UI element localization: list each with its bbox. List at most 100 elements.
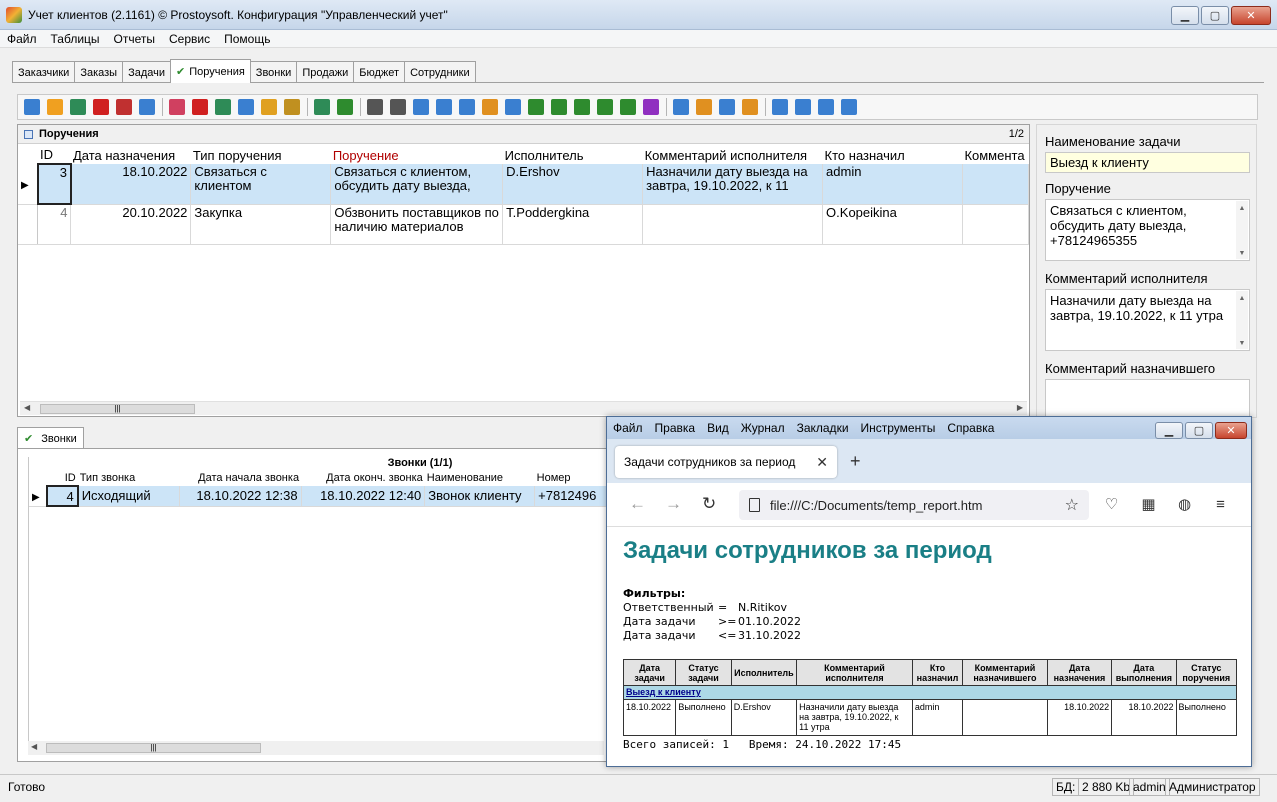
menu-tables[interactable]: Таблицы bbox=[44, 32, 107, 46]
exec-comment-scrollbar[interactable]: ▲ ▼ bbox=[1236, 291, 1248, 349]
cell-id[interactable]: 4 bbox=[37, 204, 72, 245]
table-row[interactable]: ▶ 3 18.10.2022 Связаться с клиентом Связ… bbox=[18, 163, 1029, 205]
cell-task[interactable]: Связаться с клиентом, обсудить дату выез… bbox=[330, 164, 504, 205]
toolbar-icon[interactable] bbox=[643, 99, 659, 115]
cell-executor[interactable]: T.Poddergkina bbox=[502, 204, 644, 245]
calls-grid[interactable]: Звонки (1/1) ID Тип звонка Дата начала з… bbox=[28, 457, 611, 742]
browser-minimize-button[interactable]: ▁ bbox=[1155, 422, 1183, 439]
cell-type[interactable]: Закупка bbox=[190, 204, 332, 245]
cell-type[interactable]: Связаться с клиентом bbox=[190, 164, 332, 205]
toolbar-icon[interactable] bbox=[93, 99, 109, 115]
report-group[interactable]: Выезд к клиенту bbox=[623, 685, 1237, 700]
toolbar-icon[interactable] bbox=[696, 99, 712, 115]
cell-id[interactable]: 4 bbox=[45, 485, 79, 507]
scroll-left-icon[interactable]: ◀ bbox=[31, 742, 37, 751]
cell-call-type[interactable]: Исходящий bbox=[77, 486, 180, 507]
toolbar-icon[interactable] bbox=[169, 99, 185, 115]
col-comment[interactable]: Комментарий исполнителя bbox=[643, 146, 823, 164]
cell-comment[interactable] bbox=[642, 204, 824, 245]
address-bar[interactable]: file:///C:/Documents/temp_report.htm ☆ bbox=[739, 490, 1089, 520]
toolbar-icon[interactable] bbox=[482, 99, 498, 115]
cell-number[interactable]: +7812496 bbox=[534, 486, 611, 507]
col-end[interactable]: Дата оконч. звонка bbox=[301, 470, 425, 486]
toolbar-icon[interactable] bbox=[47, 99, 63, 115]
col-id[interactable]: ID bbox=[38, 146, 71, 164]
table-row[interactable]: ▶ 4 Исходящий 18.10.2022 12:38 18.10.202… bbox=[29, 485, 611, 507]
col-id[interactable]: ID bbox=[47, 470, 78, 486]
table-row[interactable]: 4 20.10.2022 Закупка Обзвонить поставщик… bbox=[18, 204, 1029, 245]
browser-menu-history[interactable]: Журнал bbox=[735, 421, 791, 435]
close-button[interactable]: ✕ bbox=[1231, 6, 1271, 25]
tab-employees[interactable]: Сотрудники bbox=[404, 61, 476, 83]
toolbar-icon[interactable] bbox=[597, 99, 613, 115]
toolbar-icon[interactable] bbox=[719, 99, 735, 115]
scroll-thumb[interactable]: ||| bbox=[46, 743, 261, 753]
cell-date[interactable]: 20.10.2022 bbox=[70, 204, 192, 245]
toolbar-icon[interactable] bbox=[620, 99, 636, 115]
minimize-button[interactable]: ▁ bbox=[1171, 6, 1199, 25]
toolbar-icon[interactable] bbox=[574, 99, 590, 115]
cell-date[interactable]: 18.10.2022 bbox=[70, 164, 192, 205]
toolbar-icon[interactable] bbox=[367, 99, 383, 115]
toolbar-icon[interactable] bbox=[551, 99, 567, 115]
cell-assigner[interactable]: admin bbox=[822, 164, 963, 205]
col-date[interactable]: Дата назначения bbox=[71, 146, 191, 164]
col-name[interactable]: Наименование bbox=[425, 470, 535, 486]
browser-close-button[interactable]: ✕ bbox=[1215, 422, 1247, 439]
bookmark-star-icon[interactable]: ☆ bbox=[1065, 495, 1079, 515]
col-start[interactable]: Дата начала звонка bbox=[179, 470, 301, 486]
menu-service[interactable]: Сервис bbox=[162, 32, 217, 46]
tab-tasks[interactable]: Задачи bbox=[122, 61, 172, 83]
browser-menu-edit[interactable]: Правка bbox=[649, 421, 702, 435]
menu-reports[interactable]: Отчеты bbox=[107, 32, 162, 46]
toolbar-icon[interactable] bbox=[742, 99, 758, 115]
toolbar-icon[interactable] bbox=[772, 99, 788, 115]
reload-icon[interactable]: ↻ bbox=[702, 494, 716, 514]
col-assigner[interactable]: Кто назначил bbox=[823, 146, 963, 164]
scroll-right-icon[interactable]: ▶ bbox=[1017, 403, 1023, 412]
cell-comment[interactable]: Назначили дату выезда на завтра, 19.10.2… bbox=[642, 164, 824, 205]
assigner-comment-field[interactable] bbox=[1045, 379, 1250, 419]
cell-id[interactable]: 3 bbox=[36, 163, 72, 205]
browser-tab[interactable]: Задачи сотрудников за период ✕ bbox=[615, 446, 837, 478]
toolbar-icon[interactable] bbox=[261, 99, 277, 115]
toolbar-icon[interactable] bbox=[528, 99, 544, 115]
col-executor[interactable]: Исполнитель bbox=[503, 146, 643, 164]
cell-end[interactable]: 18.10.2022 12:40 bbox=[301, 486, 426, 507]
toolbar-icon[interactable] bbox=[436, 99, 452, 115]
pocket-icon[interactable]: ♡ bbox=[1103, 496, 1120, 513]
browser-menu-view[interactable]: Вид bbox=[701, 421, 735, 435]
menu-help[interactable]: Помощь bbox=[217, 32, 277, 46]
toolbar-icon[interactable] bbox=[459, 99, 475, 115]
tab-sales[interactable]: Продажи bbox=[296, 61, 355, 83]
toolbar-icon[interactable] bbox=[795, 99, 811, 115]
tab-assignments[interactable]: ✔ Поручения bbox=[170, 59, 251, 83]
menu-file[interactable]: Файл bbox=[0, 32, 44, 46]
toolbar-icon[interactable] bbox=[505, 99, 521, 115]
toolbar-icon[interactable] bbox=[818, 99, 834, 115]
order-scrollbar[interactable]: ▲ ▼ bbox=[1236, 201, 1248, 259]
back-icon[interactable]: ← bbox=[629, 494, 646, 514]
cell-name[interactable]: Звонок клиенту bbox=[424, 486, 536, 507]
tab-close-icon[interactable]: ✕ bbox=[816, 454, 828, 471]
exec-comment-field[interactable]: Назначили дату выезда на завтра, 19.10.2… bbox=[1045, 289, 1250, 351]
cell-task[interactable]: Обзвонить поставщиков по наличию материа… bbox=[330, 204, 504, 245]
calls-tab[interactable]: ✔ Звонки bbox=[17, 427, 84, 449]
col-type[interactable]: Тип поручения bbox=[191, 146, 331, 164]
toolbar-icon[interactable] bbox=[284, 99, 300, 115]
tab-budget[interactable]: Бюджет bbox=[353, 61, 406, 83]
toolbar-icon[interactable] bbox=[390, 99, 406, 115]
col-call-type[interactable]: Тип звонка bbox=[78, 470, 180, 486]
cell-extra[interactable] bbox=[962, 164, 1029, 205]
col-task[interactable]: Поручение bbox=[331, 146, 503, 164]
calls-horizontal-scrollbar[interactable]: ◀ ||| bbox=[28, 741, 604, 755]
new-tab-icon[interactable]: + bbox=[850, 451, 861, 472]
extension-icon[interactable]: ▦ bbox=[1140, 496, 1157, 513]
browser-menu-file[interactable]: Файл bbox=[607, 421, 649, 435]
toolbar-icon[interactable] bbox=[215, 99, 231, 115]
horizontal-scrollbar[interactable]: ◀ ||| ▶ bbox=[20, 401, 1027, 415]
cell-extra[interactable] bbox=[962, 204, 1029, 245]
order-text-field[interactable]: Связаться с клиентом, обсудить дату выез… bbox=[1045, 199, 1250, 261]
cell-assigner[interactable]: O.Kopeikina bbox=[822, 204, 963, 245]
task-name-field[interactable]: Выезд к клиенту bbox=[1045, 152, 1250, 173]
